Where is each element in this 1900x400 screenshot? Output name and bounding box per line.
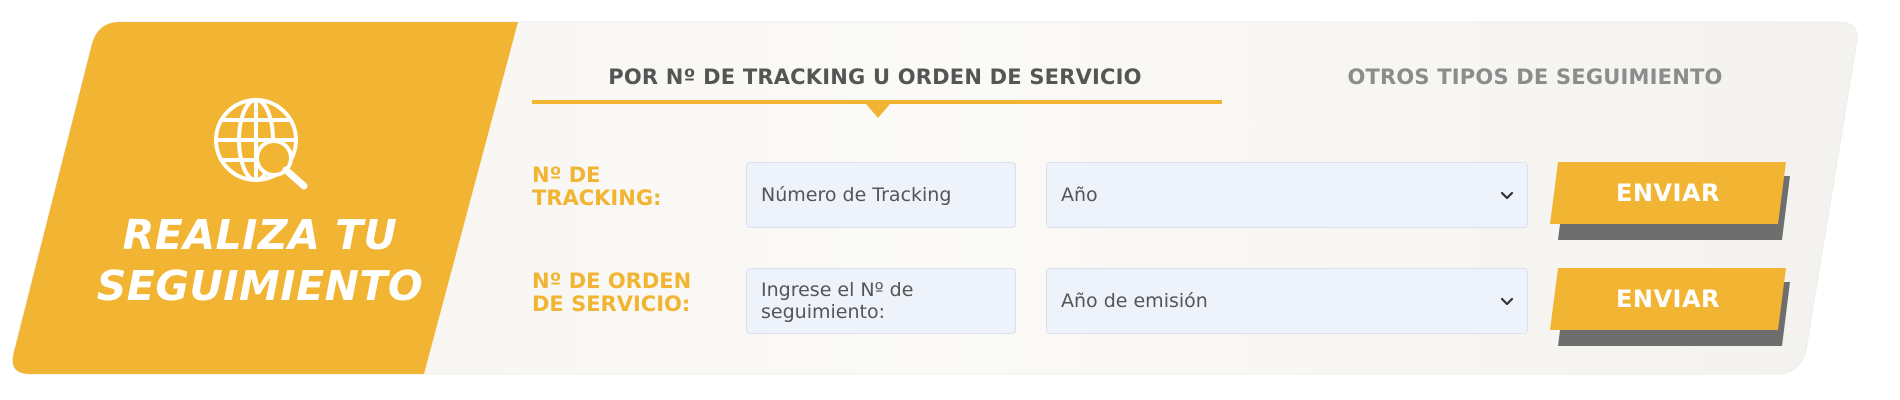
brand-title-line1: REALIZA TU bbox=[122, 211, 398, 259]
send-service-order-button[interactable]: ENVIAR bbox=[1550, 268, 1790, 346]
emission-year-select-value: Año de emisión bbox=[1061, 290, 1208, 312]
emission-year-select[interactable]: Año de emisión bbox=[1046, 268, 1528, 334]
brand-title-line2: SEGUIMIENTO bbox=[96, 262, 424, 310]
tracking-number-placeholder: Número de Tracking bbox=[761, 184, 952, 206]
tracking-number-input[interactable]: Número de Tracking bbox=[746, 162, 1016, 228]
service-order-label: Nº DE ORDEN DE SERVICIO: bbox=[532, 269, 692, 316]
chevron-down-icon bbox=[1500, 191, 1514, 200]
send-service-order-button-label: ENVIAR bbox=[1615, 285, 1721, 313]
send-tracking-button[interactable]: ENVIAR bbox=[1550, 162, 1790, 240]
globe-search-icon bbox=[214, 98, 308, 190]
active-tab-caret bbox=[866, 104, 890, 118]
year-select-value: Año bbox=[1061, 184, 1098, 206]
service-order-input[interactable]: Ingrese el Nº de seguimiento: bbox=[746, 268, 1016, 334]
tab-other-tracking[interactable]: OTROS TIPOS DE SEGUIMIENTO bbox=[1265, 62, 1805, 92]
send-tracking-button-label: ENVIAR bbox=[1615, 179, 1721, 207]
tracking-number-label: Nº DE TRACKING: bbox=[532, 163, 662, 210]
service-order-placeholder: Ingrese el Nº de seguimiento: bbox=[761, 279, 914, 323]
tab-tracking[interactable]: POR Nº DE TRACKING U ORDEN DE SERVICIO bbox=[530, 62, 1220, 92]
tracking-widget: REALIZA TU SEGUIMIENTO POR Nº DE TRACKIN… bbox=[0, 0, 1900, 400]
chevron-down-icon bbox=[1500, 297, 1514, 306]
year-select[interactable]: Año bbox=[1046, 162, 1528, 228]
brand-title: REALIZA TU SEGUIMIENTO bbox=[60, 210, 460, 312]
